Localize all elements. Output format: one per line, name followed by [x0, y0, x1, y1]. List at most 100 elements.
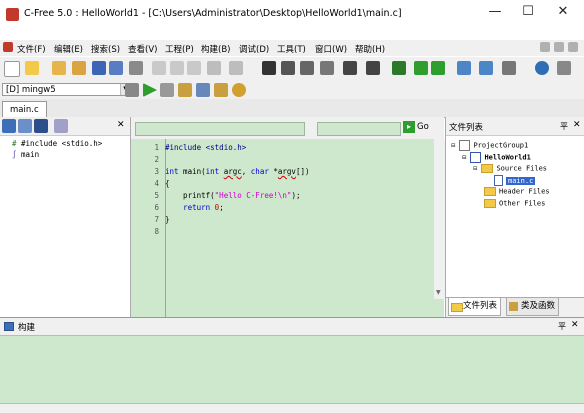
copy-icon[interactable]	[170, 61, 184, 75]
build-icon[interactable]	[196, 83, 210, 97]
compile-icon[interactable]	[178, 83, 192, 97]
menu-window[interactable]: 窗口(W)	[315, 43, 347, 55]
sort-icon[interactable]	[2, 119, 16, 133]
toggle-bookmark-icon[interactable]	[343, 61, 357, 75]
new-file-icon[interactable]	[4, 61, 20, 77]
editor-navbar: ▸ Go	[131, 117, 444, 139]
symbol-include-item[interactable]: # #include <stdio.h>	[12, 139, 102, 148]
options-icon[interactable]	[479, 61, 493, 75]
file-list-panel: 文件列表 平 ✕ ⊟ ProjectGroup1 ⊟ HelloWorld1 ⊟…	[445, 117, 584, 318]
build-pin-icon[interactable]: 平	[558, 321, 566, 332]
comment-icon[interactable]	[392, 61, 406, 75]
minimize-button[interactable]: —	[480, 0, 510, 22]
compiler-select[interactable]: [D] mingw5 ▼	[2, 83, 132, 96]
menu-view[interactable]: 查看(V)	[128, 43, 157, 55]
menu-help[interactable]: 帮助(H)	[355, 43, 385, 55]
find-in-files-icon[interactable]	[320, 61, 334, 75]
menu-build[interactable]: 构建(B)	[201, 43, 230, 55]
file-list-close[interactable]: ✕	[573, 120, 581, 130]
menu-edit[interactable]: 编辑(E)	[54, 43, 83, 55]
tree-header-folder[interactable]: Header Files	[484, 187, 550, 196]
mdi-restore-icon[interactable]	[554, 42, 564, 52]
close-button[interactable]: ✕	[548, 0, 578, 22]
view-icon[interactable]	[34, 119, 48, 133]
build-output-icon	[4, 322, 14, 331]
save-icon[interactable]	[92, 61, 106, 75]
include-icon: #	[12, 139, 17, 148]
menu-tools[interactable]: 工具(T)	[277, 43, 306, 55]
next-bookmark-icon[interactable]	[431, 61, 445, 75]
compiler-settings-icon[interactable]	[125, 83, 139, 97]
tree-file-main[interactable]: main.c	[494, 175, 536, 186]
tree-source-folder[interactable]: ⊟ Source Files	[473, 164, 547, 173]
code-line: return 0;	[183, 203, 224, 212]
redo-icon[interactable]	[229, 61, 243, 75]
mdi-minimize-icon[interactable]	[540, 42, 550, 52]
class-icon	[509, 302, 518, 311]
replace-icon[interactable]	[300, 61, 314, 75]
folder-icon	[451, 303, 463, 312]
find-next-icon[interactable]	[281, 61, 295, 75]
symbol-main-item[interactable]: ∫ main	[12, 150, 39, 159]
close-file-icon[interactable]	[502, 61, 516, 75]
print-icon[interactable]	[129, 61, 143, 75]
mdi-close-icon[interactable]	[568, 42, 578, 52]
line-number: 7	[154, 215, 159, 224]
go-button[interactable]: Go	[417, 122, 429, 132]
folder-icon	[484, 187, 496, 196]
tab-classes-functions[interactable]: 类及函数	[506, 298, 560, 316]
collapse-icon: ⊟	[451, 141, 456, 150]
about-icon[interactable]	[557, 61, 571, 75]
maximize-button[interactable]: ☐	[513, 0, 543, 22]
open-folder-icon[interactable]	[25, 61, 39, 75]
scope-combo[interactable]	[135, 122, 305, 136]
file-list-title: 文件列表	[449, 123, 484, 133]
undo-icon[interactable]	[207, 61, 221, 75]
menu-project[interactable]: 工程(P)	[165, 43, 194, 55]
tree-other-folder[interactable]: Other Files	[484, 199, 545, 208]
prev-bookmark-icon[interactable]	[414, 61, 428, 75]
tab-main-c[interactable]: main.c	[2, 101, 47, 118]
menu-search[interactable]: 搜索(S)	[91, 43, 120, 55]
line-number-gutter: 1 2 3 4 5 6 7 8	[131, 139, 166, 317]
folder-icon	[481, 164, 494, 173]
code-editor[interactable]: 1 2 3 4 5 6 7 8 #include <stdio.h> int ma…	[131, 139, 444, 317]
indent-icon[interactable]	[366, 61, 380, 75]
class-view-icon[interactable]	[54, 119, 68, 133]
rebuild-icon[interactable]	[214, 83, 228, 97]
tree-project[interactable]: ⊟ HelloWorld1	[462, 152, 531, 163]
build-panel-close[interactable]: ✕	[571, 320, 579, 330]
cut-icon[interactable]	[152, 61, 166, 75]
c-file-icon	[494, 175, 503, 186]
code-line: }	[165, 215, 170, 224]
help-icon[interactable]	[535, 61, 549, 75]
pin-icon[interactable]: 平	[560, 121, 568, 132]
insert-icon[interactable]	[457, 61, 471, 75]
menu-bar: 文件(F) 编辑(E) 搜索(S) 查看(V) 工程(P) 构建(B) 调试(D…	[0, 40, 584, 56]
line-number: 1	[154, 143, 159, 152]
stop-icon[interactable]	[160, 83, 174, 97]
tree-project-group[interactable]: ⊟ ProjectGroup1	[451, 140, 528, 151]
symbol-panel-close[interactable]: ✕	[117, 120, 125, 130]
build-panel-title: 构建	[18, 323, 36, 333]
app-menu-icon[interactable]	[3, 42, 13, 52]
function-combo[interactable]	[317, 122, 401, 136]
scroll-down-icon[interactable]: ▼	[436, 289, 441, 296]
filter-icon[interactable]	[18, 119, 32, 133]
menu-file[interactable]: 文件(F)	[17, 43, 46, 55]
tab-file-list[interactable]: 文件列表	[448, 298, 502, 316]
save-all-icon[interactable]	[109, 61, 123, 75]
editor-scrollbar[interactable]: ▼	[433, 139, 445, 299]
run-icon[interactable]	[143, 83, 157, 97]
find-icon[interactable]	[262, 61, 276, 75]
debug-icon[interactable]	[232, 83, 246, 97]
open-project-icon[interactable]	[52, 61, 66, 75]
document-tabs: main.c	[0, 99, 584, 118]
title-bar: C-Free 5.0 : HelloWorld1 - [C:\Users\Adm…	[0, 0, 584, 28]
right-panel-tabs: 文件列表 类及函数	[446, 297, 584, 318]
paste-icon[interactable]	[187, 61, 201, 75]
compiler-value: [D] mingw5	[6, 85, 56, 95]
menu-debug[interactable]: 调试(D)	[239, 43, 269, 55]
open-recent-icon[interactable]	[72, 61, 86, 75]
line-number: 4	[154, 179, 159, 188]
